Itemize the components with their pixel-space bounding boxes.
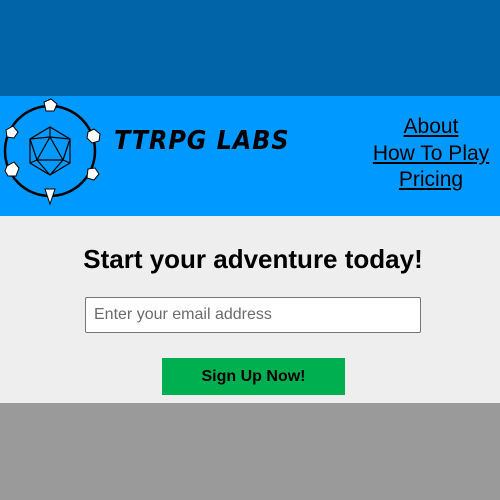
nav-link-about[interactable]: About: [368, 114, 494, 141]
footer-band: [0, 403, 500, 500]
email-input[interactable]: [85, 297, 421, 333]
sign-up-button[interactable]: Sign Up Now!: [162, 358, 345, 395]
signup-section: Start your adventure today! Sign Up Now!: [0, 216, 500, 403]
nav-link-pricing[interactable]: Pricing: [368, 167, 494, 194]
top-band: [0, 0, 500, 96]
page-headline: Start your adventure today!: [83, 244, 423, 274]
main-nav: About How To Play Pricing: [368, 114, 494, 194]
dice-ring-logo-icon: [3, 98, 101, 206]
brand-name: TTRPG LABS: [114, 126, 290, 156]
site-header: TTRPG LABS About How To Play Pricing: [0, 96, 500, 216]
nav-link-how-to-play[interactable]: How To Play: [368, 141, 494, 168]
